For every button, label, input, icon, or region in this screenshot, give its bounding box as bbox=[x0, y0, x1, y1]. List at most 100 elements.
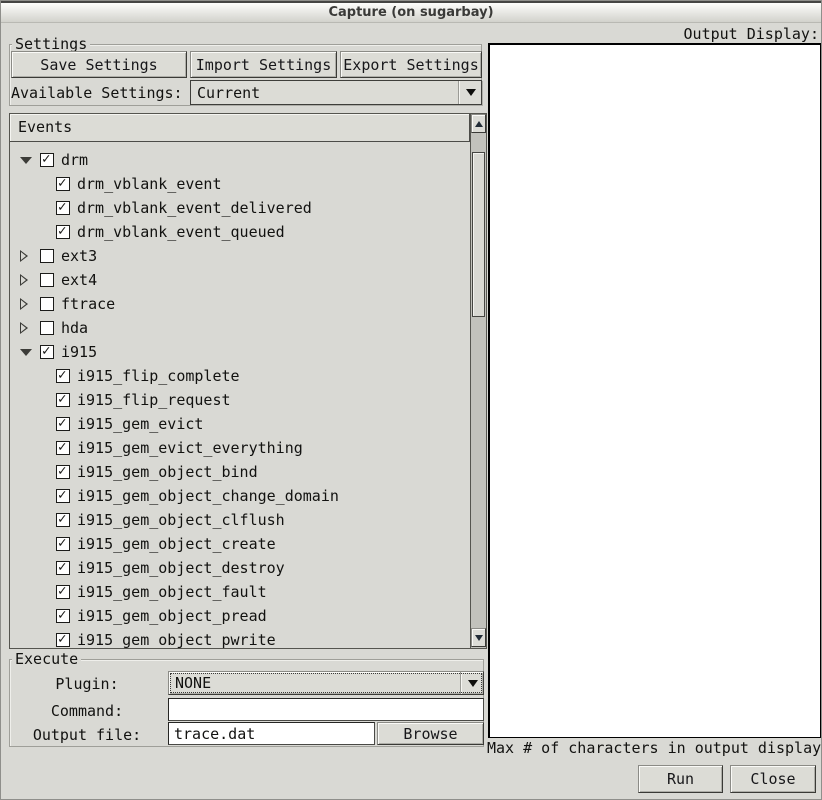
import-settings-label: Import Settings bbox=[196, 56, 331, 74]
event-label: i915_flip_request bbox=[77, 391, 231, 409]
event-checkbox[interactable] bbox=[56, 369, 70, 383]
events-column-header[interactable]: Events bbox=[10, 114, 470, 142]
event-checkbox[interactable] bbox=[56, 417, 70, 431]
expander-closed-icon[interactable] bbox=[20, 298, 40, 310]
triangle-icon bbox=[20, 298, 28, 310]
event-label: ftrace bbox=[61, 295, 115, 313]
tree-row[interactable]: drm_vblank_event_delivered bbox=[10, 196, 470, 220]
tree-row[interactable]: i915_gem_object_fault bbox=[10, 580, 470, 604]
scroll-up-button[interactable] bbox=[471, 114, 486, 133]
event-checkbox[interactable] bbox=[56, 633, 70, 647]
run-button[interactable]: Run bbox=[638, 765, 723, 793]
tree-row[interactable]: i915_gem_object_bind bbox=[10, 460, 470, 484]
event-checkbox[interactable] bbox=[56, 225, 70, 239]
triangle-icon bbox=[20, 157, 32, 164]
events-scrollbar[interactable] bbox=[470, 114, 486, 648]
triangle-icon bbox=[20, 274, 28, 286]
triangle-icon bbox=[20, 322, 28, 334]
event-checkbox[interactable] bbox=[40, 297, 54, 311]
tree-row[interactable]: i915_gem_evict_everything bbox=[10, 436, 470, 460]
tree-row[interactable]: i915_flip_complete bbox=[10, 364, 470, 388]
event-checkbox[interactable] bbox=[56, 537, 70, 551]
event-label: i915_gem_object_create bbox=[77, 535, 276, 553]
expander-open-icon[interactable] bbox=[20, 349, 40, 356]
save-settings-button[interactable]: Save Settings bbox=[11, 51, 187, 78]
expander-closed-icon[interactable] bbox=[20, 274, 40, 286]
event-label: i915_gem_object_pread bbox=[77, 607, 267, 625]
event-checkbox[interactable] bbox=[56, 489, 70, 503]
event-label: i915 bbox=[61, 343, 97, 361]
tree-row[interactable]: i915_gem_object_destroy bbox=[10, 556, 470, 580]
export-settings-button[interactable]: Export Settings bbox=[340, 51, 482, 78]
event-checkbox[interactable] bbox=[56, 609, 70, 623]
tree-row[interactable]: hda bbox=[10, 316, 470, 340]
tree-row[interactable]: i915_flip_request bbox=[10, 388, 470, 412]
run-label: Run bbox=[667, 770, 694, 788]
event-checkbox[interactable] bbox=[40, 273, 54, 287]
tree-row[interactable]: drm_vblank_event_queued bbox=[10, 220, 470, 244]
title-bar[interactable]: Capture (on sugarbay) bbox=[1, 1, 821, 23]
tree-row[interactable]: i915_gem_evict bbox=[10, 412, 470, 436]
combo-arrow-zone[interactable] bbox=[459, 81, 481, 104]
event-label: i915_gem_object_pwrite bbox=[77, 631, 276, 648]
event-checkbox[interactable] bbox=[56, 441, 70, 455]
command-input[interactable] bbox=[168, 698, 484, 721]
available-settings-label: Available Settings: bbox=[11, 84, 183, 102]
close-label: Close bbox=[750, 770, 795, 788]
event-checkbox[interactable] bbox=[40, 249, 54, 263]
expander-open-icon[interactable] bbox=[20, 157, 40, 164]
event-checkbox[interactable] bbox=[56, 513, 70, 527]
event-checkbox[interactable] bbox=[56, 585, 70, 599]
tree-row[interactable]: i915_gem_object_pread bbox=[10, 604, 470, 628]
event-label: drm_vblank_event_queued bbox=[77, 223, 285, 241]
event-label: hda bbox=[61, 319, 88, 337]
events-tree: drm drm_vblank_event drm_vblank_event_deli… bbox=[10, 142, 470, 648]
import-settings-button[interactable]: Import Settings bbox=[190, 51, 337, 78]
command-label: Command: bbox=[13, 702, 161, 720]
export-settings-label: Export Settings bbox=[343, 56, 478, 74]
available-settings-combo[interactable]: Current bbox=[190, 80, 482, 105]
tree-row[interactable]: i915_gem_object_create bbox=[10, 532, 470, 556]
close-button[interactable]: Close bbox=[730, 765, 816, 793]
event-checkbox[interactable] bbox=[40, 153, 54, 167]
event-label: i915_gem_object_fault bbox=[77, 583, 267, 601]
max-chars-label: Max # of characters in output display bbox=[487, 739, 821, 757]
event-label: i915_gem_object_destroy bbox=[77, 559, 285, 577]
event-checkbox[interactable] bbox=[56, 465, 70, 479]
output-file-label: Output file: bbox=[13, 726, 161, 744]
tree-row[interactable]: i915_gem_object_clflush bbox=[10, 508, 470, 532]
tree-row[interactable]: drm bbox=[10, 148, 470, 172]
tree-row[interactable]: ext3 bbox=[10, 244, 470, 268]
browse-button[interactable]: Browse bbox=[377, 722, 484, 745]
tree-row[interactable]: drm_vblank_event bbox=[10, 172, 470, 196]
event-checkbox[interactable] bbox=[56, 561, 70, 575]
event-label: drm bbox=[61, 151, 88, 169]
event-label: i915_gem_object_bind bbox=[77, 463, 258, 481]
event-label: i915_gem_object_change_domain bbox=[77, 487, 339, 505]
event-label: drm_vblank_event_delivered bbox=[77, 199, 312, 217]
scrollbar-thumb[interactable] bbox=[472, 152, 485, 317]
event-checkbox[interactable] bbox=[40, 345, 54, 359]
tree-row[interactable]: i915_gem_object_change_domain bbox=[10, 484, 470, 508]
tree-row[interactable]: ext4 bbox=[10, 268, 470, 292]
tree-row[interactable]: i915 bbox=[10, 340, 470, 364]
output-display-area[interactable] bbox=[488, 43, 821, 738]
output-file-input[interactable]: trace.dat bbox=[168, 722, 375, 745]
event-label: ext3 bbox=[61, 247, 97, 265]
capture-window: Capture (on sugarbay) Settings Save Sett… bbox=[0, 0, 822, 800]
chevron-down-icon bbox=[468, 680, 478, 687]
event-checkbox[interactable] bbox=[56, 201, 70, 215]
expander-closed-icon[interactable] bbox=[20, 322, 40, 334]
events-header-label: Events bbox=[18, 118, 72, 136]
scroll-down-button[interactable] bbox=[471, 628, 486, 647]
save-settings-label: Save Settings bbox=[40, 56, 157, 74]
combo-arrow-zone[interactable] bbox=[461, 672, 483, 694]
expander-closed-icon[interactable] bbox=[20, 250, 40, 262]
event-checkbox[interactable] bbox=[56, 393, 70, 407]
plugin-combo[interactable]: NONE bbox=[168, 671, 484, 695]
event-checkbox[interactable] bbox=[56, 177, 70, 191]
settings-frame-label: Settings bbox=[12, 36, 90, 52]
tree-row[interactable]: i915_gem_object_pwrite bbox=[10, 628, 470, 648]
event-checkbox[interactable] bbox=[40, 321, 54, 335]
tree-row[interactable]: ftrace bbox=[10, 292, 470, 316]
